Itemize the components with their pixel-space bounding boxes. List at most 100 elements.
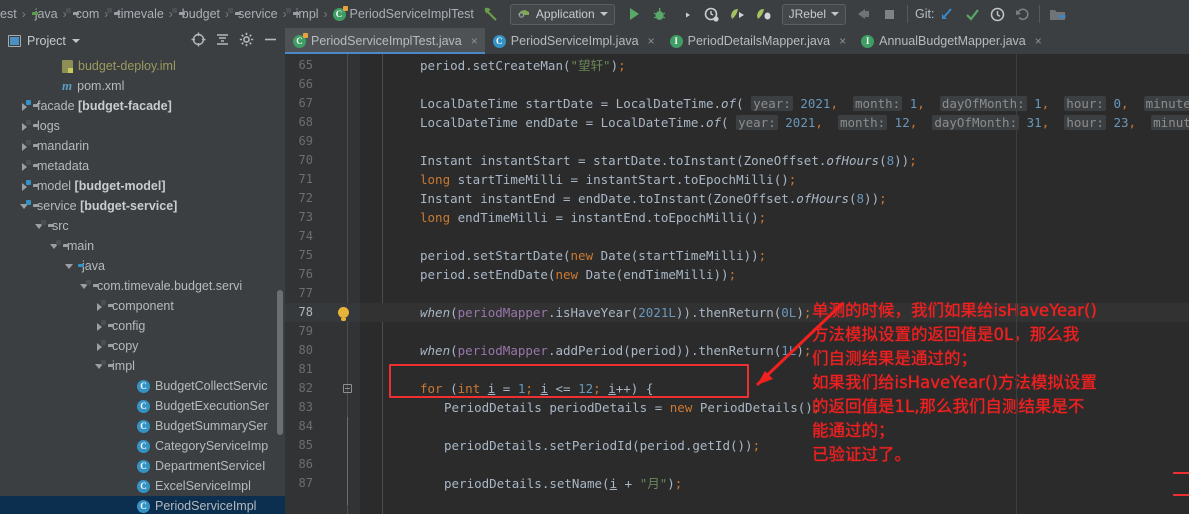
breadcrumb-item-com[interactable]: com: [65, 0, 102, 28]
debug-button[interactable]: [650, 4, 670, 24]
tree-row[interactable]: C BudgetExecutionSer: [0, 396, 285, 416]
breadcrumb-item-est[interactable]: est: [0, 0, 19, 28]
jrebel-selector[interactable]: JRebel: [781, 3, 846, 25]
tree-row[interactable]: model [budget-model]: [0, 176, 285, 196]
intention-bulb-icon[interactable]: [338, 307, 349, 321]
annotation-line: 如果我们给isHaveYear()方法模拟设置: [812, 373, 1097, 392]
jrebel-debug-button[interactable]: [754, 4, 774, 24]
breadcrumb-label: impl: [295, 7, 319, 21]
code-line-83: PeriodDetails periodDetails = new Period…: [444, 400, 821, 415]
maven-pom-icon: m: [62, 78, 73, 93]
history-clock-icon[interactable]: [987, 4, 1007, 24]
close-icon[interactable]: ×: [648, 34, 655, 48]
breadcrumb-label: PeriodServiceImplTest: [349, 7, 474, 21]
tree-row-label: BudgetCollectServic: [155, 379, 268, 393]
tree-row[interactable]: C BudgetSummarySer: [0, 416, 285, 436]
tree-row[interactable]: java: [0, 256, 285, 276]
tree-row-label: pom.xml: [77, 79, 125, 93]
toolwindow-title: Project: [27, 34, 66, 48]
tree-row[interactable]: C CategoryServiceImp: [0, 436, 285, 456]
chevron-down-icon[interactable]: [599, 12, 608, 16]
settings-gear-icon[interactable]: [239, 32, 254, 50]
close-icon[interactable]: ×: [839, 34, 846, 48]
editor-tab-3[interactable]: I AnnualBudgetMapper.java ×: [853, 28, 1049, 54]
tree-row[interactable]: C PeriodServiceImpl: [0, 496, 285, 514]
tree-row[interactable]: main: [0, 236, 285, 256]
tree-row[interactable]: facade [budget-facade]: [0, 96, 285, 116]
tree-row[interactable]: config: [0, 316, 285, 336]
interface-green-icon: I: [669, 34, 683, 48]
editor-tab-2[interactable]: I PeriodDetailsMapper.java ×: [662, 28, 853, 54]
breadcrumb-item-timevale[interactable]: timevale: [107, 0, 166, 28]
breadcrumb-label: budget: [181, 7, 221, 21]
breadcrumb-item-budget[interactable]: budget: [171, 0, 222, 28]
hide-panel-icon[interactable]: [263, 32, 278, 50]
profile-button[interactable]: [702, 4, 722, 24]
breadcrumb-item-periodserviceimpltest[interactable]: C PeriodServiceImplTest: [331, 0, 476, 28]
code-editor[interactable]: 65 66 67 68 69 70 71 72 73 74 75 76 77 78 79 80 81 82 83 84…: [285, 54, 1189, 514]
code-line-65: period.setCreateMan("望轩");: [420, 58, 626, 73]
tree-row[interactable]: service [budget-service]: [0, 196, 285, 216]
line-number: 68: [298, 115, 313, 129]
tree-row-label: service [budget-service]: [37, 199, 178, 213]
line-number: 75: [298, 248, 313, 262]
project-structure-icon[interactable]: [1047, 4, 1067, 24]
tree-row[interactable]: C ExcelServiceImpl: [0, 476, 285, 496]
update-project-icon[interactable]: [937, 4, 957, 24]
editor-tab-1[interactable]: C PeriodServiceImpl.java ×: [485, 28, 662, 54]
line-number: 80: [298, 343, 313, 357]
tree-row[interactable]: budget-deploy.iml: [0, 56, 285, 76]
editor-tabbar: C PeriodServiceImplTest.java × C PeriodServi…: [285, 28, 1189, 54]
attach-icon[interactable]: [854, 4, 874, 24]
chevron-down-icon[interactable]: [830, 12, 839, 16]
class-blue-icon: C: [137, 399, 150, 413]
stop-square-icon[interactable]: [880, 4, 900, 24]
breadcrumb-item-java[interactable]: java: [29, 0, 60, 28]
breadcrumb-item-service[interactable]: service: [228, 0, 280, 28]
editor-gutter[interactable]: 65 66 67 68 69 70 71 72 73 74 75 76 77 78 79 80 81 82 83 84…: [285, 54, 360, 514]
tree-row[interactable]: m pom.xml: [0, 76, 285, 96]
jrebel-run-button[interactable]: [728, 4, 748, 24]
close-icon[interactable]: ×: [471, 34, 478, 48]
chevron-down-icon[interactable]: [71, 39, 80, 43]
annotation-line: 方法模拟设置的返回值是0L，那么我: [812, 325, 1080, 344]
breadcrumb-label: service: [238, 7, 278, 21]
code-fold-icon[interactable]: [343, 384, 352, 393]
tree-row[interactable]: metadata: [0, 156, 285, 176]
rollback-icon[interactable]: [1012, 4, 1032, 24]
tree-row[interactable]: C DepartmentServiceI: [0, 456, 285, 476]
tree-row-label: java: [82, 259, 105, 273]
run-configuration-selector[interactable]: Application: [509, 3, 615, 25]
tree-row-label: BudgetSummarySer: [155, 419, 268, 433]
class-blue-icon: C: [137, 479, 150, 493]
tree-row[interactable]: mandarin: [0, 136, 285, 156]
editor-tab-label: PeriodDetailsMapper.java: [687, 34, 831, 48]
class-blue-icon: C: [137, 459, 150, 473]
tree-row-label: PeriodServiceImpl: [155, 499, 257, 513]
tree-row-label: ExcelServiceImpl: [155, 479, 251, 493]
tree-row[interactable]: logs: [0, 116, 285, 136]
project-tree[interactable]: budget-deploy.iml m pom.xml facade [budget-…: [0, 54, 285, 514]
tree-row[interactable]: impl: [0, 356, 285, 376]
line-number: 82: [298, 381, 313, 395]
tree-row[interactable]: src: [0, 216, 285, 236]
commit-checkmark-icon[interactable]: [962, 4, 982, 24]
line-number: 78: [298, 305, 313, 319]
collapse-all-icon[interactable]: [215, 32, 230, 50]
run-button[interactable]: [624, 4, 644, 24]
back-arrow-icon[interactable]: [482, 4, 502, 24]
tree-row[interactable]: component: [0, 296, 285, 316]
breadcrumb-item-impl[interactable]: impl: [285, 0, 321, 28]
editor-tab-0[interactable]: C PeriodServiceImplTest.java ×: [285, 28, 485, 54]
close-icon[interactable]: ×: [1035, 34, 1042, 48]
chevron-down-icon[interactable]: [64, 261, 75, 272]
tree-row[interactable]: com.timevale.budget.servi: [0, 276, 285, 296]
tree-row-label: com.timevale.budget.servi: [97, 279, 243, 293]
tree-row[interactable]: copy: [0, 336, 285, 356]
scroll-from-source-icon[interactable]: [191, 32, 206, 50]
tree-row[interactable]: C BudgetCollectServic: [0, 376, 285, 396]
tree-scrollbar[interactable]: [277, 290, 283, 435]
run-with-coverage-button[interactable]: [676, 4, 696, 24]
